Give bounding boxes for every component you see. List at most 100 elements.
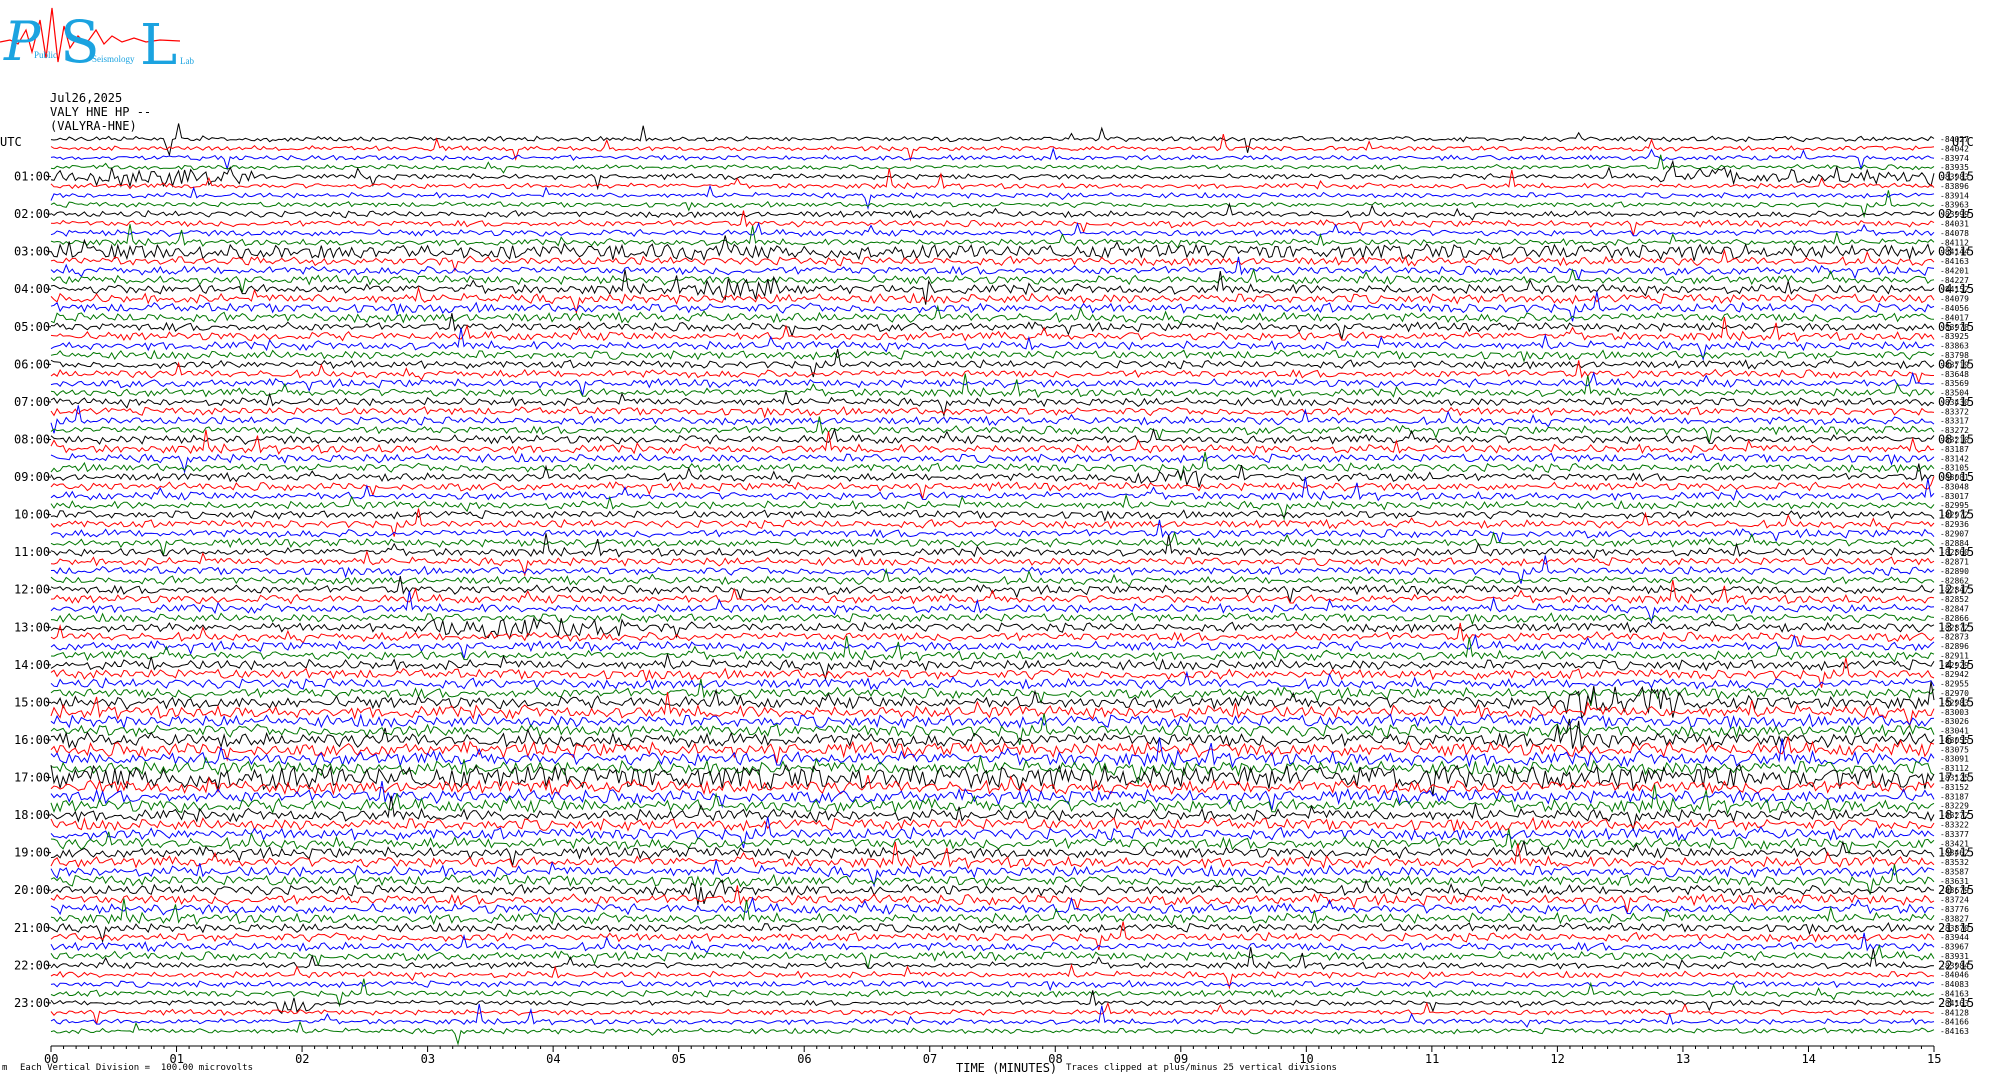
right-hour-label: 04:15 [1938, 282, 1974, 296]
trace-offset-label: -83914 [1940, 191, 1969, 200]
trace-offset-label: -84163 [1940, 1027, 1969, 1036]
trace-offset-label: -83026 [1940, 717, 1969, 726]
trace-offset-label: -84166 [1940, 1018, 1969, 1027]
left-hour-label: 04:00 [14, 282, 50, 296]
left-hour-label: 08:00 [14, 432, 50, 446]
right-axis-label: UTC [1952, 135, 1974, 149]
right-hour-label: 20:15 [1938, 883, 1974, 897]
trace-line [50, 429, 1935, 456]
trace-line [50, 575, 1935, 603]
left-hour-label: 22:00 [14, 958, 50, 972]
trace-line [50, 713, 1935, 730]
left-hour-label: 18:00 [14, 808, 50, 822]
left-hour-label: 07:00 [14, 395, 50, 409]
left-hour-label: 19:00 [14, 846, 50, 860]
trace-line [50, 248, 1935, 273]
x-tick-label: 06 [797, 1052, 811, 1066]
clip-note: Traces clipped at plus/minus 25 vertical… [1066, 1063, 1337, 1073]
trace-line [50, 349, 1935, 363]
logo-word-public: Public [34, 50, 57, 60]
trace-line [50, 509, 1935, 523]
left-hour-label: 03:00 [14, 245, 50, 259]
right-hour-label: 23:15 [1938, 996, 1974, 1010]
right-hour-label: 10:15 [1938, 508, 1974, 522]
left-axis-label: UTC [0, 135, 22, 149]
right-hour-label: 08:15 [1938, 432, 1974, 446]
trace-offset-label: -82896 [1940, 642, 1969, 651]
trace-offset-label: -83967 [1940, 943, 1969, 952]
trace-line [50, 389, 1935, 418]
trace-offset-label: -83187 [1940, 792, 1969, 801]
x-tick-label: 07 [923, 1052, 937, 1066]
trace-offset-label: -83587 [1940, 867, 1969, 876]
trace-offset-label: -83776 [1940, 905, 1969, 914]
station-label: (VALYRA-HNE) [50, 119, 137, 133]
right-hour-label: 05:15 [1938, 320, 1974, 334]
x-tick-label: 03 [421, 1052, 435, 1066]
trace-group [50, 123, 1935, 1046]
trace-line [50, 154, 1935, 174]
x-tick-label: 13 [1676, 1052, 1690, 1066]
right-hour-label: 01:15 [1938, 170, 1974, 184]
trace-offset-label: -82847 [1940, 605, 1969, 614]
x-tick-label: 15 [1927, 1052, 1941, 1066]
x-tick-label: 05 [672, 1052, 686, 1066]
trace-offset-label: -83017 [1940, 492, 1969, 501]
trace-line [50, 371, 1935, 396]
psl-logo: P S L Public Seismology Lab [0, 7, 194, 75]
trace-offset-label: -84083 [1940, 980, 1969, 989]
x-tick-label: 02 [295, 1052, 309, 1066]
left-hour-label: 09:00 [14, 470, 50, 484]
trace-offset-label: -83377 [1940, 830, 1969, 839]
left-hour-label: 06:00 [14, 357, 50, 371]
left-hour-label: 01:00 [14, 170, 50, 184]
trace-offset-label: -82955 [1940, 680, 1969, 689]
date-label: Jul26,2025 [50, 91, 123, 105]
corner-mark: m [2, 1063, 8, 1073]
left-hour-label: 12:00 [14, 583, 50, 597]
x-tick-label: 14 [1801, 1052, 1815, 1066]
trace-line [50, 235, 1935, 261]
left-hour-label: 21:00 [14, 921, 50, 935]
trace-line [50, 348, 1935, 378]
right-hour-label: 14:15 [1938, 658, 1974, 672]
x-tick-label: 11 [1425, 1052, 1439, 1066]
left-hour-label: 02:00 [14, 207, 50, 221]
logo-letter-s: S [60, 8, 100, 75]
left-hour-label: 05:00 [14, 320, 50, 334]
trace-line [50, 795, 1935, 832]
right-hour-label: 19:15 [1938, 846, 1974, 860]
trace-line [50, 692, 1935, 729]
right-hour-label: 12:15 [1938, 583, 1974, 597]
left-hour-label: 10:00 [14, 508, 50, 522]
trace-line [50, 224, 1935, 249]
left-hour-label: 14:00 [14, 658, 50, 672]
trace-line [50, 304, 1935, 325]
logo-word-seismology: Seismology [92, 54, 135, 64]
trace-line [50, 405, 1935, 419]
x-axis-title: TIME (MINUTES) [956, 1061, 1058, 1075]
logo-word-lab: Lab [180, 56, 194, 66]
trace-line [50, 533, 1935, 559]
x-tick-label: 12 [1550, 1052, 1564, 1066]
logo-letter-p: P [3, 10, 42, 73]
trace-line [50, 221, 1935, 238]
trace-line [50, 737, 1935, 769]
trace-line [50, 476, 1935, 502]
right-hour-label: 15:15 [1938, 695, 1974, 709]
channel-label: VALY HNE HP -- [50, 105, 152, 119]
x-tick-label: 04 [546, 1052, 560, 1066]
trace-offset-label: -84056 [1940, 304, 1969, 313]
trace-line [50, 184, 1935, 211]
trace-line [50, 360, 1934, 385]
right-hour-label: 17:15 [1938, 771, 1974, 785]
trace-offset-label: -83569 [1940, 379, 1969, 388]
right-hour-label: 06:15 [1938, 357, 1974, 371]
left-hour-label: 17:00 [14, 771, 50, 785]
trace-line [50, 405, 1935, 434]
trace-line [50, 168, 1935, 190]
right-hour-label: 11:15 [1938, 545, 1974, 559]
left-hour-label: 16:00 [14, 733, 50, 747]
trace-line [50, 990, 1935, 1015]
left-hour-label: 11:00 [14, 545, 50, 559]
